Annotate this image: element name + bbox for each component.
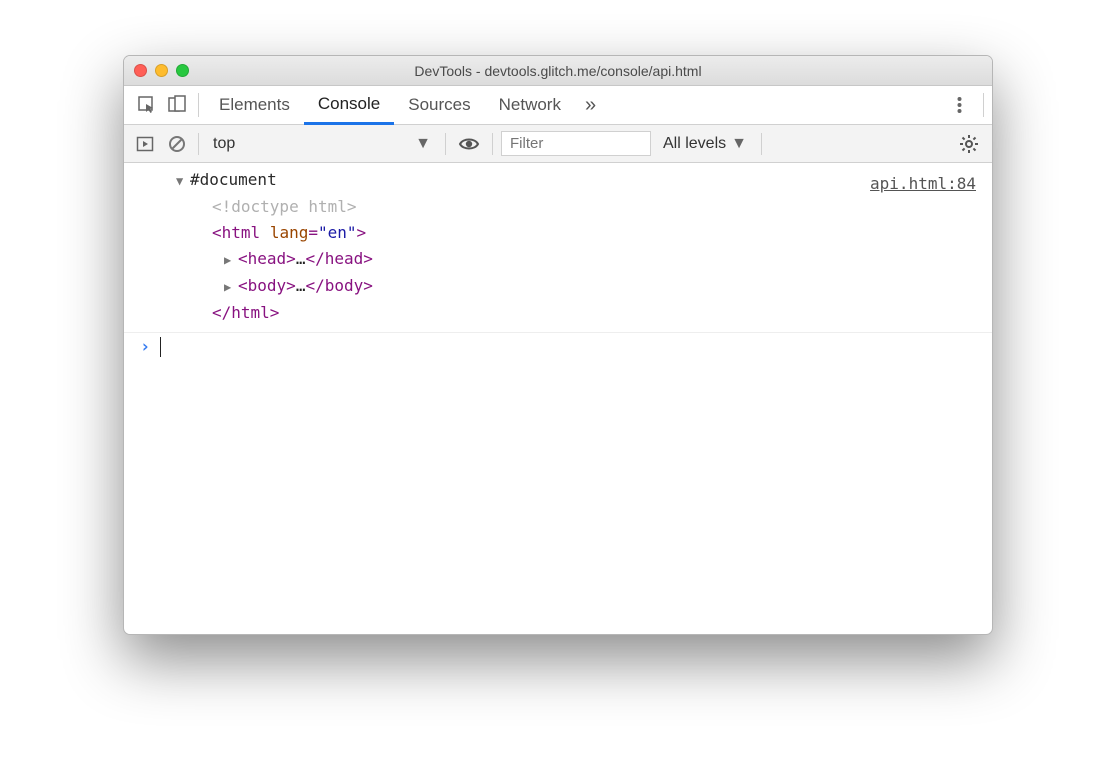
context-label: top	[213, 135, 235, 153]
window-title: DevTools - devtools.glitch.me/console/ap…	[124, 63, 992, 79]
ellipsis: …	[296, 276, 306, 295]
disclosure-triangle-icon[interactable]	[224, 274, 238, 300]
console-prompt[interactable]: ›	[124, 333, 992, 361]
devtools-window: DevTools - devtools.glitch.me/console/ap…	[123, 55, 993, 635]
tab-elements[interactable]: Elements	[205, 86, 304, 124]
attr-name: lang	[270, 223, 309, 242]
prompt-chevron-icon: ›	[140, 337, 150, 357]
doctype-node: <!doctype html>	[194, 194, 980, 220]
clear-console-icon[interactable]	[164, 125, 190, 162]
divider	[445, 133, 446, 155]
dom-node-document[interactable]: #document	[176, 167, 980, 194]
console-toolbar: top ▼ All levels ▼	[124, 125, 992, 163]
close-button[interactable]	[134, 64, 147, 77]
tag-name: body	[248, 276, 287, 295]
chevron-down-icon: ▼	[415, 135, 431, 153]
divider	[198, 93, 199, 117]
log-levels-selector[interactable]: All levels ▼	[657, 135, 753, 153]
ellipsis: …	[296, 249, 306, 268]
context-selector[interactable]: top ▼	[207, 135, 437, 153]
document-label: #document	[190, 170, 277, 189]
tab-sources[interactable]: Sources	[394, 86, 484, 124]
tag-name: head	[248, 249, 287, 268]
tab-console-label: Console	[318, 94, 380, 114]
html-open-tag[interactable]: <html lang="en">	[212, 220, 980, 246]
levels-label: All levels	[663, 135, 726, 153]
tab-elements-label: Elements	[219, 95, 290, 115]
toggle-sidebar-icon[interactable]	[132, 125, 158, 162]
more-tabs-button[interactable]: »	[575, 94, 606, 117]
tag-name: html	[222, 223, 261, 242]
tab-sources-label: Sources	[408, 95, 470, 115]
attr-value: "en"	[318, 223, 357, 242]
tag-name: body	[325, 276, 364, 295]
text-cursor	[160, 337, 161, 357]
tag-name: head	[325, 249, 364, 268]
head-node[interactable]: <head>…</head>	[224, 246, 980, 273]
kebab-menu-icon[interactable]	[941, 86, 977, 124]
html-close-tag: </html>	[212, 300, 980, 326]
divider	[761, 133, 762, 155]
tab-network[interactable]: Network	[485, 86, 575, 124]
doctype-text: <!doctype html>	[212, 197, 357, 216]
divider	[983, 93, 984, 117]
zoom-button[interactable]	[176, 64, 189, 77]
filter-input[interactable]	[501, 131, 651, 156]
chevron-down-icon: ▼	[731, 135, 747, 153]
console-output: api.html:84 #document <!doctype html> <h…	[124, 163, 992, 634]
disclosure-triangle-icon[interactable]	[224, 247, 238, 273]
disclosure-triangle-icon[interactable]	[176, 168, 190, 194]
source-link[interactable]: api.html:84	[870, 171, 976, 197]
tab-network-label: Network	[499, 95, 561, 115]
eye-icon[interactable]	[454, 125, 484, 162]
traffic-lights	[134, 64, 189, 77]
body-node[interactable]: <body>…</body>	[224, 273, 980, 300]
device-toggle-icon[interactable]	[162, 86, 192, 124]
titlebar: DevTools - devtools.glitch.me/console/ap…	[124, 56, 992, 86]
gear-icon[interactable]	[954, 125, 984, 162]
tab-console[interactable]: Console	[304, 87, 394, 125]
log-entry: api.html:84 #document <!doctype html> <h…	[124, 163, 992, 333]
inspect-element-icon[interactable]	[132, 86, 162, 124]
tabs-row: Elements Console Sources Network »	[124, 86, 992, 125]
tag-name: html	[231, 303, 270, 322]
minimize-button[interactable]	[155, 64, 168, 77]
divider	[492, 133, 493, 155]
divider	[198, 133, 199, 155]
